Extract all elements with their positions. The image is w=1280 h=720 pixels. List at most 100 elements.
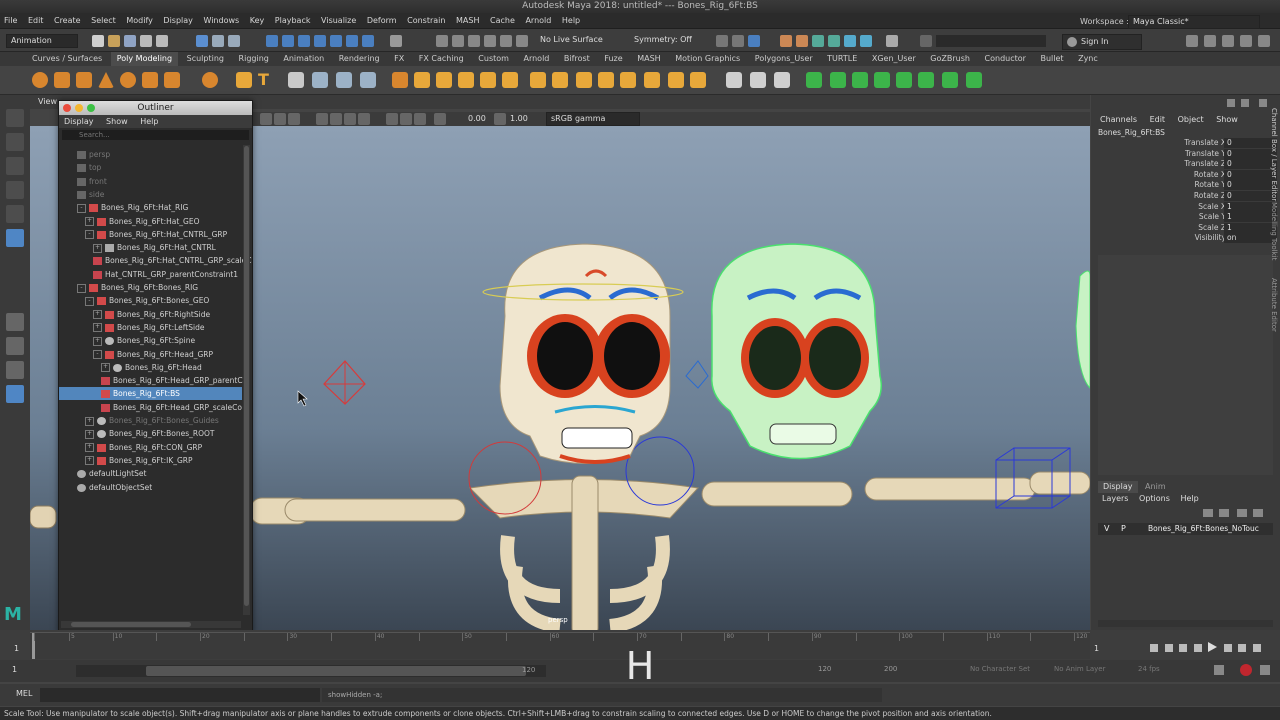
expand-toggle-icon[interactable]: - xyxy=(85,230,94,240)
offset-edge-loop-icon[interactable] xyxy=(620,72,636,88)
platonic-icon[interactable] xyxy=(202,72,218,88)
append-icon[interactable] xyxy=(480,72,496,88)
outliner-row[interactable]: - Bones_Rig_6Ft:Hat_CNTRL_GRP xyxy=(59,228,242,241)
xray-joints-icon[interactable] xyxy=(414,113,426,125)
poly-sphere-icon[interactable] xyxy=(32,72,48,88)
side-tab-attribute-editor[interactable]: Attribute Editor xyxy=(1270,278,1278,348)
bridge-icon[interactable] xyxy=(436,72,452,88)
render-settings-icon[interactable] xyxy=(484,35,496,47)
cb-menu-channels[interactable]: Channels xyxy=(1095,113,1142,127)
shelf-tab-poly-modeling[interactable]: Poly Modeling xyxy=(110,52,179,66)
shelf-tab-zync[interactable]: Zync xyxy=(1072,52,1104,66)
expand-toggle-icon[interactable]: + xyxy=(93,336,102,346)
outliner-row[interactable]: Bones_Rig_6Ft:Head_GRP_parentC xyxy=(59,374,243,387)
outliner-search-input[interactable]: Search... xyxy=(62,130,249,140)
live-surface-label[interactable]: No Live Surface xyxy=(540,33,603,47)
play-icon[interactable] xyxy=(1208,642,1218,652)
expand-toggle-icon[interactable]: - xyxy=(77,283,86,293)
outliner-row[interactable]: - Bones_Rig_6Ft:Bones_GEO xyxy=(59,294,242,307)
new-layer-icon[interactable] xyxy=(1203,509,1213,517)
new-layer-selected-icon[interactable] xyxy=(1219,509,1229,517)
gamma-icon[interactable] xyxy=(494,113,506,125)
separate-icon[interactable] xyxy=(336,72,352,88)
snap-point-icon[interactable] xyxy=(298,35,310,47)
poly-cube-icon[interactable] xyxy=(54,72,70,88)
layer-up-icon[interactable] xyxy=(1237,509,1247,517)
shelf-tab-xgen-user[interactable]: XGen_User xyxy=(866,52,922,66)
outliner-vscrollbar[interactable] xyxy=(243,145,250,615)
shelf-tab-motion-graphics[interactable]: Motion Graphics xyxy=(669,52,746,66)
shelf-tab-fuze[interactable]: Fuze xyxy=(598,52,628,66)
menu-file[interactable]: File xyxy=(0,13,21,28)
freeze-transform-icon[interactable] xyxy=(806,72,822,88)
outliner-toggle-icon[interactable] xyxy=(732,35,744,47)
outliner-row[interactable]: Bones_Rig_6Ft:BS xyxy=(59,387,242,401)
layer-tab-anim[interactable]: Anim xyxy=(1140,481,1171,493)
shelf-tab-turtle[interactable]: TURTLE xyxy=(821,52,863,66)
cb-icon-3[interactable] xyxy=(1259,99,1267,107)
menu-deform[interactable]: Deform xyxy=(363,13,401,28)
hypershade-icon[interactable] xyxy=(500,35,512,47)
range-handle[interactable] xyxy=(146,666,526,676)
expand-toggle-icon[interactable]: + xyxy=(101,363,110,373)
arnold-options-icon[interactable] xyxy=(860,35,872,47)
range-bar[interactable]: 120 xyxy=(76,665,546,677)
preferences-icon[interactable] xyxy=(1260,665,1270,675)
range-end-field[interactable]: 120 xyxy=(818,665,831,673)
merge-icon[interactable] xyxy=(530,72,546,88)
outliner-row[interactable]: Hat_CNTRL_GRP_parentConstraint1 xyxy=(59,268,242,281)
layer-playback-toggle[interactable]: P xyxy=(1121,523,1126,535)
poly-torus-icon[interactable] xyxy=(120,72,136,88)
move-tool-icon[interactable] xyxy=(6,181,24,199)
arnold-render-icon[interactable] xyxy=(812,35,824,47)
workspace-dropdown[interactable]: Maya Classic* xyxy=(1128,15,1260,29)
go-to-end-icon[interactable] xyxy=(1252,644,1261,652)
symmetry-label[interactable]: Symmetry: Off xyxy=(634,33,692,47)
outliner-row[interactable]: + Bones_Rig_6Ft:IK_GRP xyxy=(59,454,242,467)
shelf-tab-fx-caching[interactable]: FX Caching xyxy=(413,52,470,66)
two-pane-icon[interactable] xyxy=(6,361,24,379)
ambient-occlusion-icon[interactable] xyxy=(344,113,356,125)
cb-icon-2[interactable] xyxy=(1241,99,1249,107)
save-scene-icon[interactable] xyxy=(124,35,136,47)
arnold-light-icon[interactable] xyxy=(844,35,856,47)
motion-blur-icon[interactable] xyxy=(358,113,370,125)
snap-grid-icon[interactable] xyxy=(266,35,278,47)
fill-hole-icon[interactable] xyxy=(502,72,518,88)
outliner-row[interactable]: + Bones_Rig_6Ft:Bones_ROOT xyxy=(59,427,242,440)
step-forward-icon[interactable] xyxy=(1223,644,1232,652)
new-scene-icon[interactable] xyxy=(92,35,104,47)
shelf-tab-polygons-user[interactable]: Polygons_User xyxy=(749,52,819,66)
outliner-row[interactable]: side xyxy=(59,188,242,201)
poly-plane-icon[interactable] xyxy=(142,72,158,88)
cb-icon-1[interactable] xyxy=(1227,99,1235,107)
paint-select-icon[interactable] xyxy=(6,157,24,175)
quadrangulate-icon[interactable] xyxy=(966,72,982,88)
outliner-row[interactable]: + Bones_Rig_6Ft:Head xyxy=(59,361,242,374)
select-by-object-icon[interactable] xyxy=(212,35,224,47)
layer-down-icon[interactable] xyxy=(1253,509,1263,517)
auto-key-icon[interactable] xyxy=(1240,664,1252,676)
outliner-hscroll-thumb[interactable] xyxy=(71,622,191,627)
shelf-tab-gozbrush[interactable]: GoZBrush xyxy=(924,52,976,66)
expand-toggle-icon[interactable]: + xyxy=(85,217,94,226)
tool-settings-icon[interactable] xyxy=(1222,35,1234,47)
render-icon[interactable] xyxy=(452,35,464,47)
anim-layer-dropdown[interactable]: No Anim Layer xyxy=(1054,665,1105,673)
gamma-value[interactable]: 1.00 xyxy=(510,112,528,126)
outliner-row[interactable]: - Bones_Rig_6Ft:Bones_RIG xyxy=(59,281,242,294)
poly-disc-icon[interactable] xyxy=(164,72,180,88)
rotate-tool-icon[interactable] xyxy=(6,205,24,223)
outliner-pane-icon[interactable] xyxy=(6,385,24,403)
shelf-tab-custom[interactable]: Custom xyxy=(472,52,515,66)
menu-arnold[interactable]: Arnold xyxy=(521,13,555,28)
layer-visibility-toggle[interactable]: V xyxy=(1104,523,1109,535)
outliner-row[interactable]: + Bones_Rig_6Ft:RightSide xyxy=(59,308,242,321)
step-back-icon[interactable] xyxy=(1179,644,1188,652)
exposure-value[interactable]: 0.00 xyxy=(468,112,486,126)
step-forward-key-icon[interactable] xyxy=(1238,644,1247,652)
expand-toggle-icon[interactable]: - xyxy=(77,203,86,213)
shelf-tab-fx[interactable]: FX xyxy=(388,52,410,66)
outliner-menu-display[interactable]: Display xyxy=(59,115,99,128)
redo-icon[interactable] xyxy=(156,35,168,47)
